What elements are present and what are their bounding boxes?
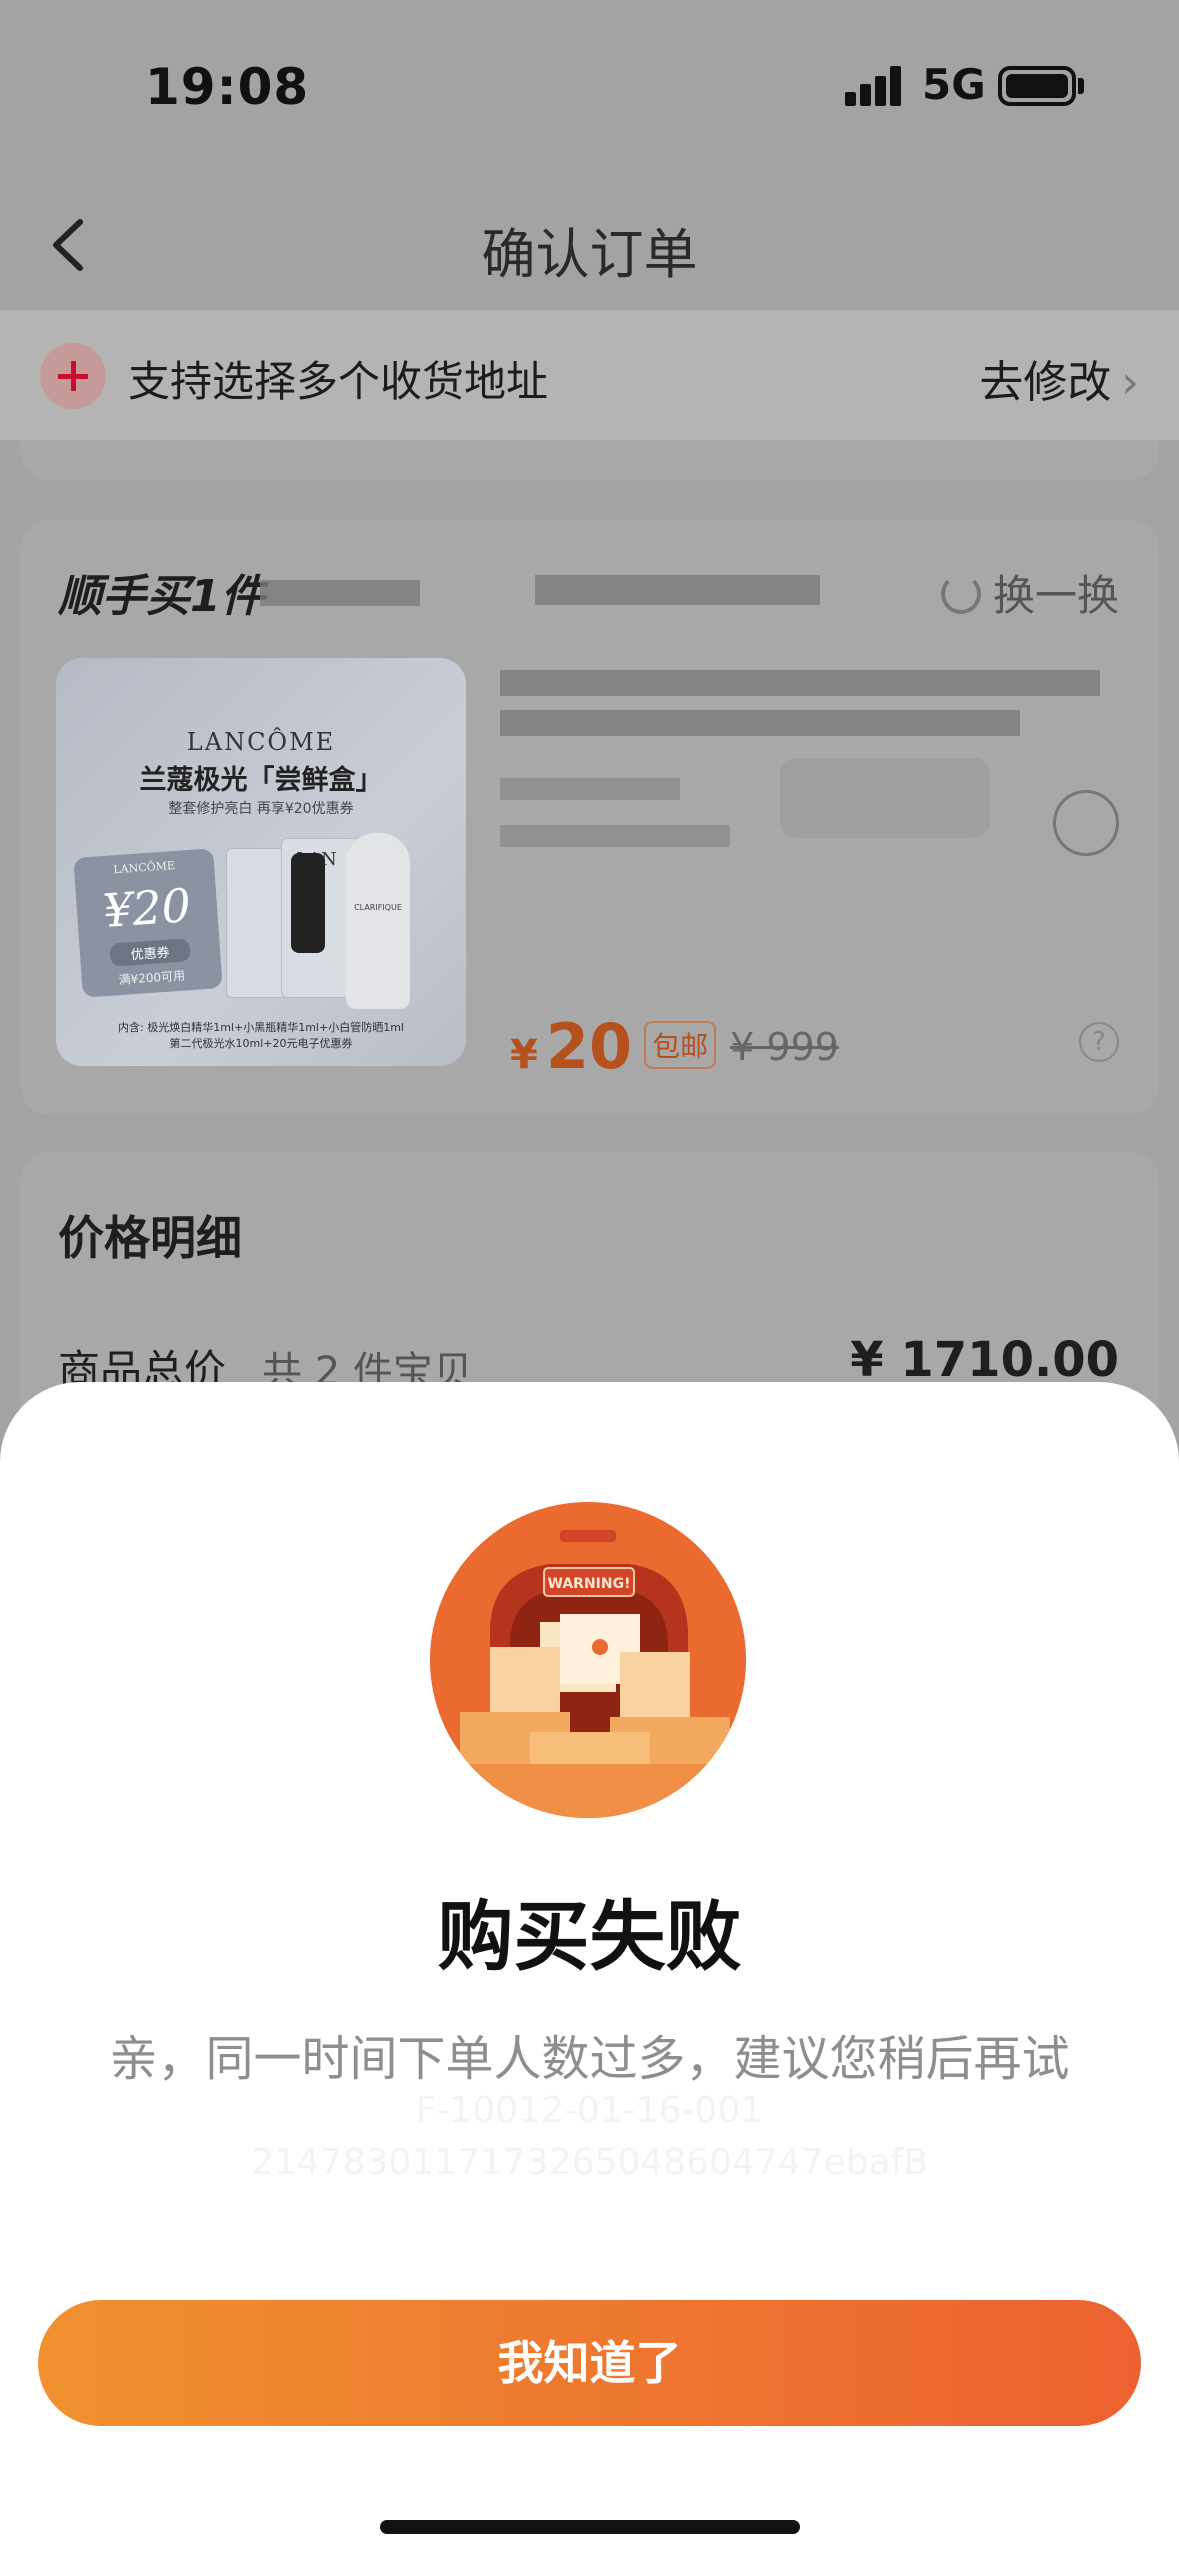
redacted-text	[260, 580, 420, 606]
edit-address-label: 去修改	[979, 357, 1112, 408]
coupon-graphic: LANCÔME ¥20 优惠券 满¥200可用	[73, 848, 223, 998]
image-footer: 内含: 极光焕白精华1ml+小黑瓶精华1ml+小白管防晒1ml 第二代极光水10…	[56, 1020, 466, 1052]
signal-icon	[845, 66, 901, 106]
redacted-text	[500, 670, 1100, 696]
home-indicator	[380, 2520, 800, 2534]
refresh-icon	[940, 574, 981, 614]
original-price: ¥ 999	[730, 1025, 839, 1069]
redacted-text	[780, 758, 990, 838]
address-hint: 支持选择多个收货地址	[128, 357, 549, 406]
help-icon[interactable]: ?	[1079, 1022, 1119, 1062]
bottle-label: CLARIFIQUE	[354, 903, 402, 912]
image-brand: LANCÔME	[186, 728, 336, 756]
network-label: 5G	[922, 60, 986, 109]
coupon-condition: 满¥200可用	[118, 968, 186, 988]
warning-sign-text: WARNING!	[548, 1576, 631, 1592]
coupon-brand: LANCÔME	[112, 859, 176, 877]
status-time: 19:08	[145, 58, 310, 116]
trace-id: 2147830117173265048604747ebafB	[250, 2142, 929, 2183]
address-card-bottom	[20, 440, 1159, 480]
chevron-right-icon: ›	[1121, 357, 1139, 408]
redacted-text	[500, 710, 1020, 736]
price-value: 20	[545, 1010, 633, 1083]
warning-truck-image: WARNING!	[430, 1502, 746, 1818]
clarifique-bottle: CLARIFIQUE	[346, 833, 410, 1009]
acknowledge-button[interactable]: 我知道了	[38, 2300, 1141, 2426]
redacted-text	[500, 825, 730, 847]
coupon-label: 优惠券	[109, 938, 191, 967]
coupon-value: ¥20	[101, 878, 193, 939]
price-detail-title: 价格明细	[58, 1211, 242, 1265]
image-title: 兰蔻极光「尝鲜盒」	[139, 765, 383, 796]
redacted-text	[535, 575, 820, 605]
battery-cap	[1078, 78, 1084, 94]
free-shipping-tag: 包邮	[644, 1021, 717, 1069]
failure-title: 购买失败	[437, 1892, 742, 1981]
nav-bar: 确认订单	[0, 180, 1179, 310]
warning-illustration: WARNING!	[430, 1502, 746, 1818]
addon-card: 顺手买1件 换一换 LANCÔME 兰蔻极光「尝鲜盒」 整套修护亮白 再享¥20…	[20, 520, 1159, 1115]
price-row: ¥20 包邮 ¥ 999	[510, 1010, 839, 1083]
image-footer-line: 内含: 极光焕白精华1ml+小黑瓶精华1ml+小白管防晒1ml	[118, 1021, 404, 1034]
image-subtitle: 整套修护亮白 再享¥20优惠券	[168, 801, 354, 817]
total-value: ¥ 1710.00	[850, 1332, 1119, 1388]
edit-address-link[interactable]: 去修改 ›	[979, 346, 1139, 410]
error-code: F-10012-01-16-001	[415, 2090, 764, 2131]
serum-bottle	[291, 853, 325, 953]
price-symbol: ¥	[510, 1032, 538, 1078]
failure-message: 亲，同一时间下单人数过多，建议您稍后再试	[109, 2031, 1070, 2087]
page-title: 确认订单	[481, 223, 698, 286]
image-footer-line: 第二代极光水10ml+20元电子优惠券	[169, 1037, 353, 1050]
purchase-failed-sheet: WARNING! 购买失败 亲，同一时间下单人数过多，建议您稍后再试 F-100…	[0, 1382, 1179, 2556]
battery-icon	[998, 66, 1076, 106]
select-radio[interactable]	[1053, 790, 1119, 856]
redacted-text	[500, 778, 680, 800]
plus-icon	[40, 343, 106, 409]
addon-title: 顺手买1件	[58, 571, 265, 622]
address-bar[interactable]: 支持选择多个收货地址 去修改 ›	[0, 310, 1179, 440]
swap-label: 换一换	[992, 571, 1119, 620]
product-image[interactable]: LANCÔME 兰蔻极光「尝鲜盒」 整套修护亮白 再享¥20优惠券 LANCÔM…	[56, 658, 466, 1066]
swap-button[interactable]: 换一换	[940, 562, 1119, 623]
status-bar: 19:08 5G	[0, 0, 1179, 170]
